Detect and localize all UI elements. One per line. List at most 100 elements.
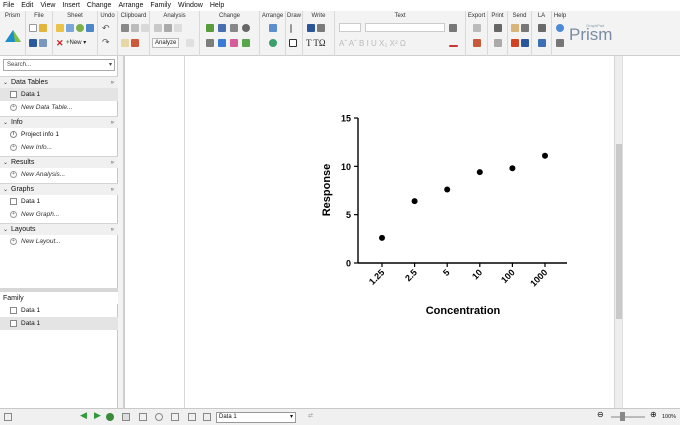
link-icon[interactable]: ⇄	[308, 412, 313, 419]
search-dropdown-icon[interactable]: ▾	[109, 60, 112, 70]
arrange-group-icon[interactable]	[269, 39, 277, 47]
write-word-icon[interactable]	[307, 24, 315, 32]
collapse-icon[interactable]: »	[111, 120, 114, 126]
la-options-icon[interactable]	[538, 39, 546, 47]
change-edit-icon[interactable]	[206, 39, 214, 47]
export-graph-icon[interactable]	[473, 39, 481, 47]
menu-family[interactable]: Family	[150, 2, 171, 9]
family-item-data-table[interactable]: Data 1	[0, 304, 118, 317]
family-item-graph[interactable]: Data 1	[0, 317, 118, 330]
next-sheet-icon[interactable]: ▶	[94, 410, 101, 421]
redo-icon[interactable]: ↷	[102, 37, 110, 48]
sidebar-item-data-table[interactable]: Data 1	[0, 88, 118, 101]
print-icon[interactable]	[494, 24, 502, 32]
menu-arrange[interactable]: Arrange	[118, 2, 143, 9]
menu-insert[interactable]: Insert	[62, 2, 80, 9]
prism-app-icon[interactable]	[5, 29, 21, 43]
text-tool-button[interactable]: T TΩ	[306, 38, 326, 48]
font-size-select[interactable]	[365, 23, 445, 32]
menu-window[interactable]: Window	[178, 2, 203, 9]
sheet-link-icon[interactable]	[86, 24, 94, 32]
data-point[interactable]	[542, 152, 548, 159]
sheet-list-icon[interactable]	[203, 413, 211, 421]
section-header-layouts[interactable]: ⌄ Layouts »	[0, 223, 118, 235]
sheet-gear-icon[interactable]	[76, 24, 84, 32]
font-family-select[interactable]	[339, 23, 361, 32]
collapse-icon[interactable]: »	[111, 80, 114, 86]
sidebar-item-new-data-table[interactable]: + New Data Table...	[0, 101, 118, 114]
menu-change[interactable]: Change	[87, 2, 112, 9]
copy-format-icon[interactable]	[141, 24, 149, 32]
sidebar-item-new-info[interactable]: + New Info...	[0, 141, 118, 154]
open-folder-icon[interactable]	[39, 24, 47, 32]
sheet-wand-icon[interactable]	[56, 24, 64, 32]
help-tutorial-icon[interactable]	[556, 39, 564, 47]
change-shape-icon[interactable]	[242, 39, 250, 47]
section-header-graphs[interactable]: ⌄ Graphs »	[0, 183, 118, 195]
save-as-icon[interactable]	[39, 39, 47, 47]
paste-icon[interactable]	[121, 39, 129, 47]
menu-file[interactable]: File	[3, 2, 14, 9]
sidebar-item-project-info[interactable]: i Project info 1	[0, 128, 118, 141]
data-point[interactable]	[379, 234, 385, 241]
undo-icon[interactable]: ↶	[102, 23, 110, 34]
arrange-align-icon[interactable]	[269, 24, 277, 32]
delete-sheet-icon[interactable]: ✕	[56, 38, 64, 49]
section-header-results[interactable]: ⌄ Results »	[0, 156, 118, 168]
sidebar-item-graph[interactable]: Data 1	[0, 195, 118, 208]
analysis-params-icon[interactable]	[186, 39, 194, 47]
analysis-table-icon[interactable]	[174, 24, 182, 32]
write-table-icon[interactable]	[317, 24, 325, 32]
save-icon[interactable]	[29, 39, 37, 47]
text-format-buttons[interactable]: Aˇ Aˇ B I U X₂ X² Ω	[339, 39, 406, 48]
view-layout-icon[interactable]	[188, 413, 196, 421]
change-format-icon[interactable]	[230, 24, 238, 32]
change-axes-icon[interactable]	[218, 24, 226, 32]
change-rotate-icon[interactable]	[242, 24, 250, 32]
print-preview-icon[interactable]	[494, 39, 502, 47]
collapse-icon[interactable]: »	[111, 187, 114, 193]
go-to-sheet-icon[interactable]	[106, 413, 114, 421]
data-point[interactable]	[444, 186, 451, 193]
analyze-button[interactable]: Analyze	[152, 38, 180, 48]
collapse-icon[interactable]: »	[111, 160, 114, 166]
view-results-icon[interactable]	[155, 413, 163, 421]
vertical-scrollbar[interactable]	[614, 56, 622, 408]
section-header-data-tables[interactable]: ⌄ Data Tables »	[0, 76, 118, 88]
sidebar-item-new-layout[interactable]: + New Layout...	[0, 235, 118, 248]
cut-icon[interactable]	[121, 24, 129, 32]
copy-icon[interactable]	[131, 24, 139, 32]
sidebar-item-new-analysis[interactable]: + New Analysis...	[0, 168, 118, 181]
analysis-fit-icon[interactable]	[164, 24, 172, 32]
section-header-info[interactable]: ⌄ Info »	[0, 116, 118, 128]
font-color-icon[interactable]	[449, 45, 458, 47]
la-icon[interactable]	[538, 24, 546, 32]
help-icon[interactable]	[556, 24, 564, 32]
zoom-out-icon[interactable]: ⊖	[597, 410, 604, 419]
export-icon[interactable]	[473, 24, 481, 32]
menu-edit[interactable]: Edit	[21, 2, 33, 9]
view-table-icon[interactable]	[122, 413, 130, 421]
zoom-slider[interactable]	[611, 416, 645, 418]
analysis-chart-icon[interactable]	[154, 24, 162, 32]
draw-line-icon[interactable]	[290, 24, 292, 33]
zoom-in-icon[interactable]: ⊕	[650, 410, 657, 419]
sheet-table-icon[interactable]	[66, 24, 74, 32]
sidebar-item-new-graph[interactable]: + New Graph...	[0, 208, 118, 221]
view-graph-icon[interactable]	[171, 413, 179, 421]
send-powerpoint-icon[interactable]	[511, 39, 519, 47]
view-info-icon[interactable]	[139, 413, 147, 421]
zoom-slider-handle[interactable]	[620, 412, 625, 421]
send-mail-icon[interactable]	[511, 24, 519, 32]
change-color-icon[interactable]	[218, 39, 226, 47]
collapse-icon[interactable]: »	[111, 227, 114, 233]
menu-help[interactable]: Help	[210, 2, 224, 9]
send-word-icon[interactable]	[521, 39, 529, 47]
data-point[interactable]	[509, 165, 516, 172]
paste-special-icon[interactable]	[131, 39, 139, 47]
change-graph-type-icon[interactable]	[206, 24, 214, 32]
draw-rectangle-icon[interactable]	[289, 39, 297, 47]
new-sheet-button[interactable]: +New ▾	[66, 39, 86, 46]
data-point[interactable]	[476, 169, 483, 176]
search-input[interactable]: Search... ▾	[3, 59, 115, 71]
